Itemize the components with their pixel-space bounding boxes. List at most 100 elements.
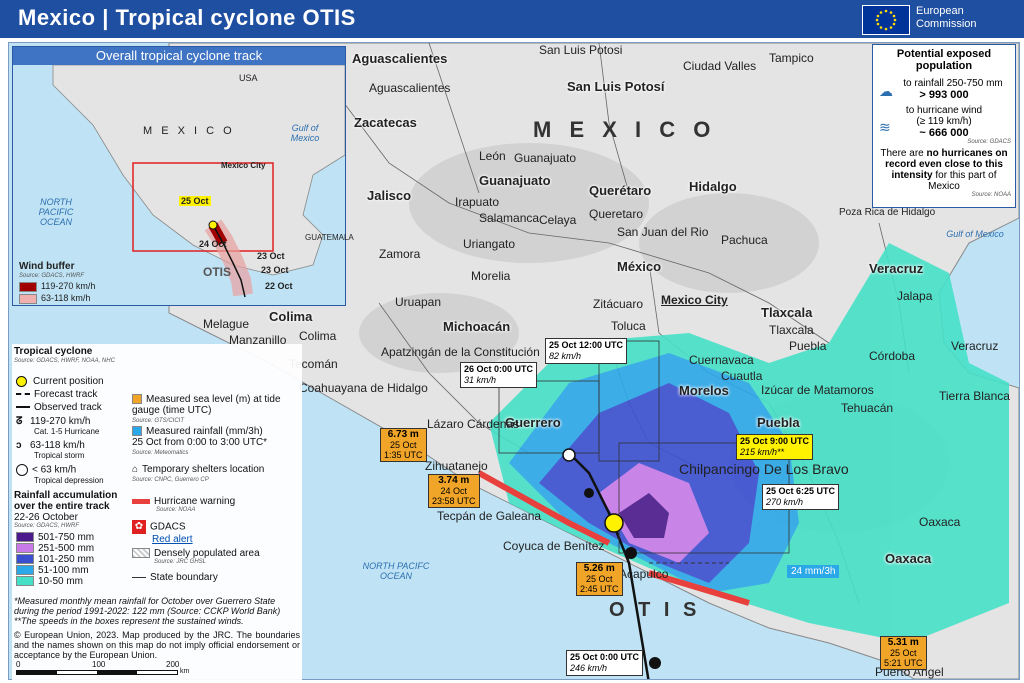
callout-time: 25 Oct 6:25 UTC — [766, 486, 836, 496]
callout-speed: 215 km/h** — [740, 447, 785, 457]
city-colima: Colima — [299, 329, 337, 343]
legend-rain-101: 101-250 mm — [16, 554, 94, 565]
legend-hurricane: ᘔ 119-270 km/h Cat. 1-5 Hurricane — [16, 416, 99, 436]
depression-icon — [16, 464, 28, 476]
rain-rate-badge: 24 mm/3h — [787, 565, 840, 578]
city-tehuacan: Tehuacán — [841, 401, 894, 415]
pop-note-1: There are — [880, 148, 924, 159]
warning-line-icon — [132, 498, 150, 504]
legend-depression-sub: Tropical depression — [34, 476, 104, 485]
city-puebla: Puebla — [789, 339, 827, 353]
eu-logo-text: European Commission — [916, 5, 977, 31]
legend-sea-level: Measured sea level (m) at tide gauge (ti… — [132, 394, 302, 427]
scale-100: 100 — [92, 660, 106, 669]
city-coahuayana: Coahuayana de Hidalgo — [299, 381, 428, 395]
city-oaxaca: Oaxaca — [919, 515, 961, 529]
callout-speed: 82 km/h — [549, 351, 582, 361]
city-zihuatanejo: Zihuatanejo — [425, 459, 488, 473]
city-cordoba: Córdoba — [869, 349, 916, 363]
eu-flag-icon — [862, 5, 910, 35]
legend-shelters: ⌂ Temporary shelters location Source: CNPC… — [132, 464, 302, 486]
inset-date-22: 22 Oct — [265, 281, 293, 291]
state-morelos: Morelos — [679, 383, 729, 398]
legend-warning-label: Hurricane warning — [154, 496, 236, 507]
city-tlaxcala: Tlaxcala — [769, 323, 814, 337]
population-panel: Potential exposed population ☁ to rainfa… — [872, 44, 1016, 208]
legend-rain-501: 501-750 mm — [16, 532, 94, 543]
state-michoacan: Michoacán — [443, 319, 511, 334]
population-title: Potential exposed population — [896, 48, 992, 72]
city-leon: León — [479, 149, 506, 163]
scale-0: 0 — [16, 660, 21, 669]
legend-forecast-label: Forecast track — [34, 389, 98, 400]
legend-meas-label: Measured rainfall (mm/3h) — [146, 426, 263, 437]
eu-line-1: European — [916, 5, 964, 17]
swatch-501 — [16, 532, 34, 543]
callout-speed: 246 km/h — [570, 663, 608, 673]
inset-map: Overall tropical cyclone track M E X I C… — [12, 46, 354, 306]
legend-warning-source: Source: NOAA — [156, 507, 196, 513]
rain-label-101: 101-250 mm — [38, 554, 95, 565]
rain-gauge-icon — [132, 426, 142, 437]
wind-buffer-source: Source: GDACS, HWRF — [19, 273, 85, 279]
pop-note: There are no hurricanes on record even c… — [877, 148, 1011, 192]
legend-dense-source: Source: JRC GHSL — [154, 559, 207, 565]
inset-ocean: NORTH PACIFIC OCEAN — [38, 197, 74, 227]
legend-storm-sub: Tropical storm — [34, 451, 85, 460]
legend-red-alert: Red alert — [152, 534, 193, 545]
scale-200: 200 — [166, 660, 180, 669]
legend-gdacs: ✿ GDACS Red alert — [132, 520, 193, 545]
city-zamora: Zamora — [379, 247, 421, 261]
state-hidalgo: Hidalgo — [689, 179, 737, 194]
pop-source-1: Source: GDACS — [967, 139, 1011, 145]
city-mexico-city: Mexico City — [661, 293, 728, 307]
tide-gauge-lazaro: 6.73 m 25 Oct 1:35 UTC — [380, 428, 427, 462]
inset-mexico-city: Mexico City — [221, 161, 266, 170]
tide-time: 5:21 UTC — [884, 658, 923, 668]
wind-swatch-high — [19, 281, 37, 292]
city-zitacuaro: Zitácuaro — [593, 297, 644, 311]
header-bar: Mexico | Tropical cyclone OTIS European … — [0, 0, 1024, 38]
state-colima: Colima — [269, 309, 313, 324]
swatch-51 — [16, 565, 34, 576]
callout-time: 26 Oct 0:00 UTC — [464, 364, 534, 374]
city-melague: Melague — [203, 317, 250, 331]
inset-date-24: 24 Oct — [199, 239, 227, 249]
inset-date-23a: 23 Oct — [257, 251, 285, 261]
scale-unit: km — [180, 668, 190, 675]
city-queretaro: Queretaro — [589, 207, 644, 221]
legend-observed-label: Observed track — [34, 402, 102, 413]
legend-panel: Tropical cyclone Source: GDACS, HWRF, NO… — [12, 344, 302, 680]
tide-time: 23:58 UTC — [432, 496, 476, 506]
legend-storm: ↄ 63-118 km/h Tropical storm — [16, 440, 85, 460]
legend-storm-label: 63-118 km/h — [30, 440, 85, 451]
legend-meas-label2: 25 Oct from 0:00 to 3:00 UTC* — [132, 437, 268, 448]
pacific-label: NORTH PACIFC OCEAN — [362, 561, 430, 581]
state-veracruz: Veracruz — [869, 261, 924, 276]
legend-note-1: *Measured monthly mean rainfall for Octo… — [14, 596, 281, 616]
legend-shelters-label: Temporary shelters location — [142, 464, 265, 475]
rain-label-51: 51-100 mm — [38, 565, 89, 576]
city-cuernavaca: Cuernavaca — [689, 353, 754, 367]
city-izucar: Izúcar de Matamoros — [761, 383, 874, 397]
tide-gauge-puerto-angel: 5.31 m 25 Oct 5:21 UTC — [880, 636, 927, 670]
state-queretaro: Querétaro — [589, 183, 652, 198]
pop-rain-value: > 993 000 — [919, 89, 969, 101]
inset-guatemala: GUATEMALA — [305, 233, 354, 242]
pop-wind-sub: (≥ 119 km/h) — [916, 116, 972, 127]
city-chilpancingo: Chilpancingo De Los Bravo — [679, 461, 849, 477]
legend-rain-51: 51-100 mm — [16, 565, 89, 576]
legend-rain-source: Source: GDACS, HWRF — [14, 523, 80, 529]
shelter-icon: ⌂ — [132, 464, 139, 475]
rain-label-251: 251-500 mm — [38, 543, 95, 554]
legend-note-2: **The speeds in the boxes represent the … — [14, 616, 244, 626]
boundary-line-icon — [132, 576, 146, 578]
map-title: Mexico | Tropical cyclone OTIS — [18, 5, 356, 30]
callout-time: 25 Oct 0:00 UTC — [570, 652, 640, 662]
legend-hurricane-label: 119-270 km/h — [30, 416, 91, 427]
city-tecpan: Tecpán de Galeana — [437, 509, 542, 523]
city-uruapan: Uruapan — [395, 295, 442, 309]
legend-observed: Observed track — [16, 402, 102, 413]
city-morelia: Morelia — [471, 269, 511, 283]
inset-date-23b: 23 Oct — [261, 265, 289, 275]
